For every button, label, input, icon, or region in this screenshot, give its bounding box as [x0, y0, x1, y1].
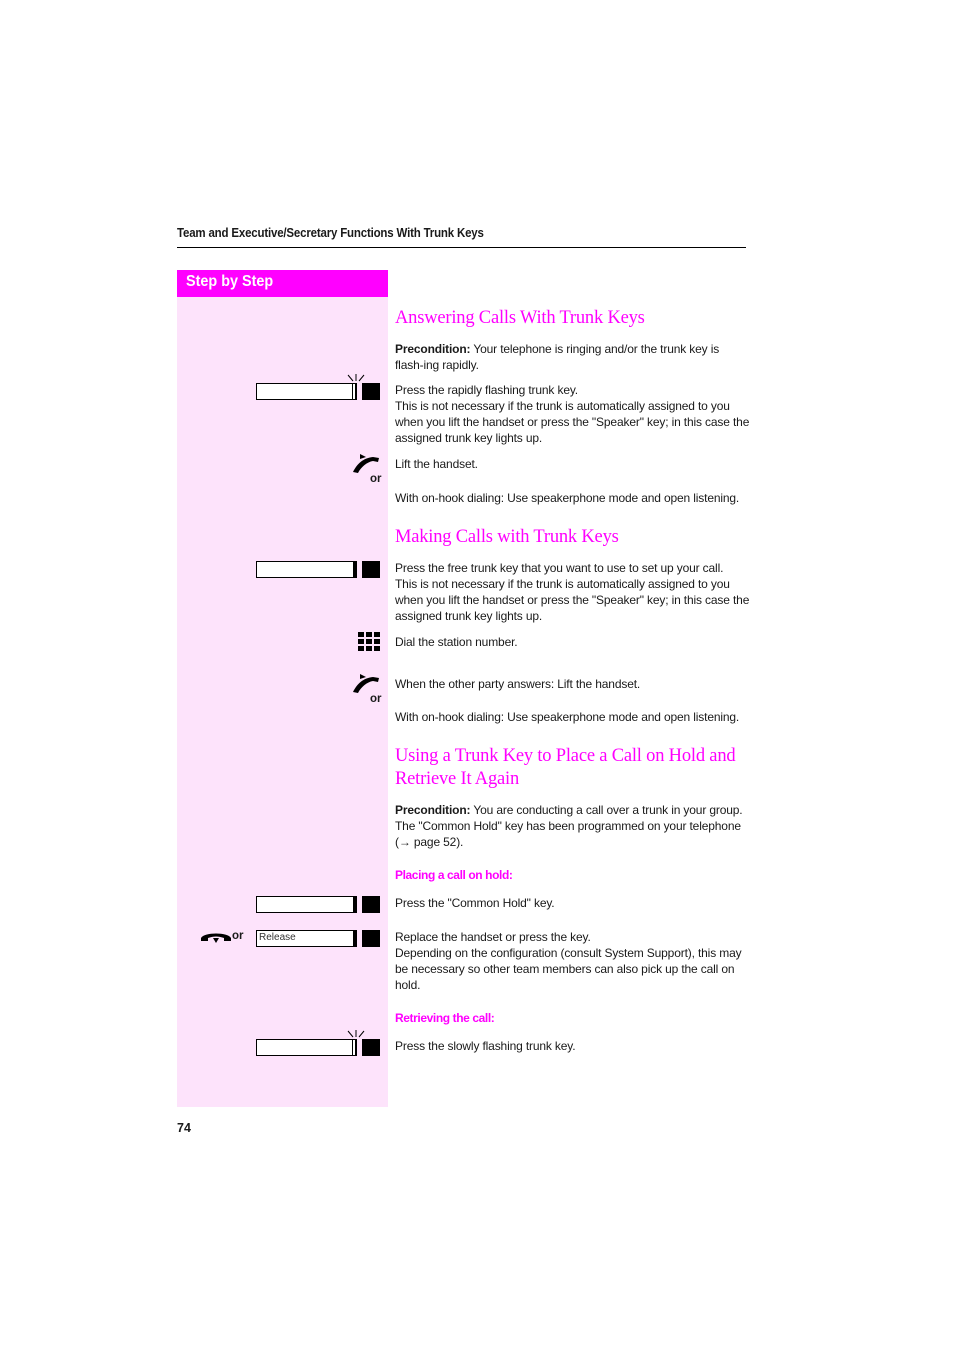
precondition-answering: Precondition: Your telephone is ringing … [395, 341, 750, 373]
section-title-hold-line2: Retrieve It Again [395, 769, 520, 789]
step-text: Replace the handset or press the key. De… [395, 930, 742, 992]
subhead-retrieving: Retrieving the call: [395, 1011, 495, 1025]
release-key[interactable]: Release [256, 930, 381, 947]
precondition-hold: Precondition: You are conducting a call … [395, 802, 750, 850]
step-text: When the other party answers: Lift the h… [395, 677, 641, 691]
step-text: Press the free trunk key that you want t… [395, 561, 750, 623]
section-title-making: Making Calls with Trunk Keys [395, 527, 619, 547]
page-reference-link[interactable]: (→ page 52). [395, 835, 463, 849]
trunk-key-flashing-icon [256, 374, 381, 400]
precondition-label: Precondition: [395, 342, 471, 356]
trunk-key-flashing-icon [256, 1030, 381, 1056]
step-text: Dial the station number. [395, 635, 518, 649]
precondition-text: The "Common Hold" key has been programme… [395, 819, 741, 833]
step-text: Press the "Common Hold" key. [395, 896, 555, 910]
flash-icon [347, 1030, 365, 1038]
subhead-placing: Placing a call on hold: [395, 868, 513, 882]
step-text: With on-hook dialing: Use speakerphone m… [395, 710, 740, 724]
step-by-step-header: Step by Step [177, 270, 388, 297]
keypad-icon [358, 632, 380, 651]
step-text: Press the rapidly flashing trunk key. Th… [395, 383, 750, 445]
section-title-answering: Answering Calls With Trunk Keys [395, 308, 645, 328]
handset-replace-icon [201, 933, 231, 943]
step-text: Press the slowly flashing trunk key. [395, 1039, 576, 1053]
running-head: Team and Executive/Secretary Functions W… [177, 226, 484, 240]
handset-lift-icon [353, 674, 379, 693]
page-number: 74 [177, 1121, 191, 1135]
release-key-label: Release [259, 932, 296, 943]
header-rule [177, 247, 746, 248]
trunk-key-icon [256, 561, 381, 578]
step-by-step-label: Step by Step [186, 273, 274, 290]
precondition-label: Precondition: [395, 803, 471, 817]
step-by-step-column [177, 297, 388, 1107]
or-label: or [370, 693, 382, 705]
or-label: or [370, 473, 382, 485]
section-title-hold-line1: Using a Trunk Key to Place a Call on Hol… [395, 746, 736, 766]
step-text: Lift the handset. [395, 457, 478, 471]
flash-icon [347, 374, 365, 382]
precondition-text: You are conducting a call over a trunk i… [470, 803, 743, 817]
handset-lift-icon [353, 454, 379, 473]
or-label: or [232, 930, 244, 942]
step-text: With on-hook dialing: Use speakerphone m… [395, 491, 740, 505]
common-hold-key-icon [256, 896, 381, 913]
